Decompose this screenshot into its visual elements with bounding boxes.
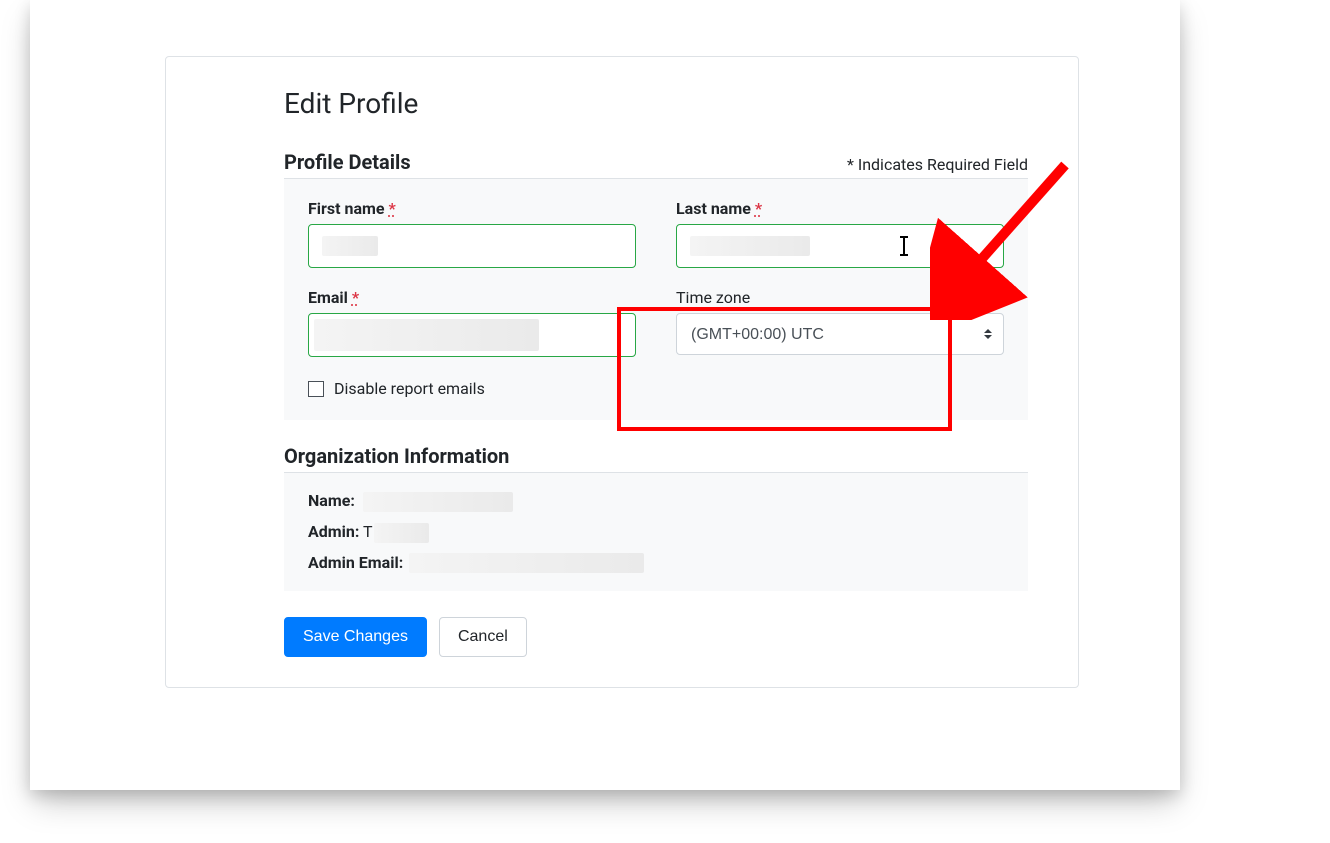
timezone-select[interactable]: (GMT+00:00) UTC xyxy=(676,313,1004,355)
first-name-group: First name * xyxy=(308,199,636,268)
disable-reports-checkbox[interactable] xyxy=(308,381,324,397)
button-row: Save Changes Cancel xyxy=(284,617,1028,657)
org-info-panel: Name: Admin: T Admin Email: xyxy=(284,473,1028,591)
email-label: Email * xyxy=(308,288,636,307)
org-admin-value: T xyxy=(363,522,372,541)
disable-reports-label: Disable report emails xyxy=(334,379,485,398)
redacted-placeholder xyxy=(690,236,810,256)
required-mark: * xyxy=(755,199,762,218)
redacted-placeholder xyxy=(314,319,539,351)
page-title: Edit Profile xyxy=(284,87,1028,120)
redacted-placeholder xyxy=(363,492,513,512)
redacted-placeholder xyxy=(409,553,644,573)
org-name-row: Name: xyxy=(308,491,1004,512)
org-info-header: Organization Information xyxy=(284,444,1028,473)
page-container: Edit Profile Profile Details * Indicates… xyxy=(30,0,1180,790)
required-mark: * xyxy=(389,199,396,218)
email-group: Email * xyxy=(308,288,636,357)
email-input-wrap xyxy=(308,313,636,357)
last-name-label: Last name * xyxy=(676,199,1004,218)
org-admin-email-key: Admin Email: xyxy=(308,553,403,572)
first-name-label-text: First name xyxy=(308,199,385,218)
profile-form-grid: First name * Last name * xyxy=(308,199,1004,357)
cancel-button[interactable]: Cancel xyxy=(439,617,527,657)
first-name-label: First name * xyxy=(308,199,636,218)
org-admin-key: Admin: xyxy=(308,522,359,541)
required-field-note: * Indicates Required Field xyxy=(847,155,1028,174)
first-name-input-wrap xyxy=(308,224,636,268)
edit-profile-card: Edit Profile Profile Details * Indicates… xyxy=(165,56,1079,688)
disable-reports-row: Disable report emails xyxy=(308,379,1004,398)
org-admin-email-row: Admin Email: xyxy=(308,553,1004,574)
required-mark: * xyxy=(352,288,359,307)
last-name-input-wrap xyxy=(676,224,1004,268)
profile-details-heading: Profile Details xyxy=(284,150,411,174)
timezone-label: Time zone xyxy=(676,288,1004,307)
card-inner: Edit Profile Profile Details * Indicates… xyxy=(166,87,1078,657)
last-name-label-text: Last name xyxy=(676,199,751,218)
redacted-placeholder xyxy=(322,236,378,256)
email-label-text: Email xyxy=(308,288,348,307)
profile-details-header: Profile Details * Indicates Required Fie… xyxy=(284,150,1028,179)
last-name-group: Last name * xyxy=(676,199,1004,268)
save-button[interactable]: Save Changes xyxy=(284,617,427,657)
redacted-placeholder xyxy=(374,523,429,543)
profile-details-panel: First name * Last name * xyxy=(284,179,1028,420)
timezone-group: Time zone (GMT+00:00) UTC xyxy=(676,288,1004,357)
org-admin-row: Admin: T xyxy=(308,522,1004,543)
timezone-select-wrap: (GMT+00:00) UTC xyxy=(676,313,1004,355)
org-info-heading: Organization Information xyxy=(284,444,509,468)
org-name-key: Name: xyxy=(308,491,355,510)
